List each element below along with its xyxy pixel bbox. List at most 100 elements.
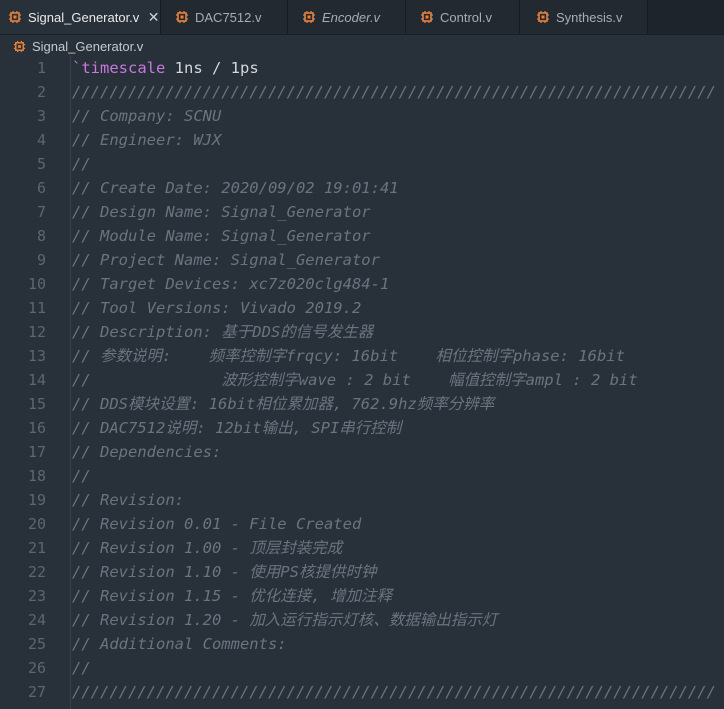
comment-token: ////////////////////////////////////////… [72, 83, 716, 101]
comment-token: ////////////////////////////////////////… [72, 683, 716, 701]
line-number: 24 [27, 611, 46, 629]
code-line[interactable]: 14 // 波形控制字wave : 2 bit 幅值控制字ampl : 2 bit [0, 368, 724, 392]
code-text: // Dependencies: [72, 440, 221, 464]
code-line[interactable]: 3 // Company: SCNU [0, 104, 724, 128]
comment-token: // [72, 659, 91, 677]
code-line[interactable]: 4 // Engineer: WJX [0, 128, 724, 152]
line-number: 22 [27, 563, 46, 581]
code-line[interactable]: 22 // Revision 1.10 - 使用PS核提供时钟 [0, 560, 724, 584]
code-editor[interactable]: 1 `timescale 1ns / 1ps 2//////////////////… [0, 56, 724, 709]
code-line[interactable]: 1 `timescale 1ns / 1ps [0, 56, 724, 80]
line-number: 7 [36, 203, 46, 221]
line-number: 16 [27, 419, 46, 437]
comment-token: // DDS模块设置: 16bit相位累加器, 762.9hz频率分辨率 [72, 395, 495, 413]
code-line[interactable]: 2 ///////////////////////////////////////… [0, 80, 724, 104]
code-line[interactable]: 26 // [0, 656, 724, 680]
code-line[interactable]: 18 // [0, 464, 724, 488]
code-text: // Revision: [72, 488, 184, 512]
code-line[interactable]: 8 // Module Name: Signal_Generator [0, 224, 724, 248]
comment-token: // Revision 1.10 - 使用PS核提供时钟 [72, 563, 377, 581]
comment-token: // Module Name: Signal_Generator [72, 227, 371, 245]
code-line[interactable]: 9 // Project Name: Signal_Generator [0, 248, 724, 272]
line-number: 17 [27, 443, 46, 461]
comment-token: // 波形控制字wave : 2 bit 幅值控制字ampl : 2 bit [72, 371, 638, 389]
code-text: // Revision 1.20 - 加入运行指示灯核、数据输出指示灯 [72, 608, 497, 632]
line-number: 27 [27, 683, 46, 701]
comment-token: // DAC7512说明: 12bit输出, SPI串行控制 [72, 419, 402, 437]
line-number: 11 [27, 299, 46, 317]
comment-token: // Revision 1.00 - 顶层封装完成 [72, 539, 343, 557]
comment-token: // Tool Versions: Vivado 2019.2 [72, 299, 362, 317]
code-line[interactable]: 7 // Design Name: Signal_Generator [0, 200, 724, 224]
line-number: 25 [27, 635, 46, 653]
line-number: 21 [27, 539, 46, 557]
code-text: `timescale 1ns / 1ps [72, 56, 259, 80]
tab-label: Encoder.v [322, 9, 381, 25]
tab-label: Control.v [440, 9, 493, 25]
line-number: 1 [36, 59, 46, 77]
code-line[interactable]: 6 // Create Date: 2020/09/02 19:01:41 [0, 176, 724, 200]
code-line[interactable]: 5 // [0, 152, 724, 176]
comment-token: // Company: SCNU [72, 107, 222, 125]
code-text: // 波形控制字wave : 2 bit 幅值控制字ampl : 2 bit [72, 368, 638, 392]
code-text: // [72, 464, 91, 488]
tab-control[interactable]: Control.v [406, 0, 520, 34]
code-line[interactable]: 21 // Revision 1.00 - 顶层封装完成 [0, 536, 724, 560]
tab-dac7512[interactable]: DAC7512.v [161, 0, 288, 34]
comment-token: // Additional Comments: [72, 635, 287, 653]
code-text: // Revision 0.01 - File Created [72, 512, 361, 536]
tab-label: Synthesis.v [556, 9, 623, 25]
comment-token: // 参数说明: 频率控制字frqcy: 16bit 相位控制字phase: 1… [72, 347, 625, 365]
code-line[interactable]: 15 // DDS模块设置: 16bit相位累加器, 762.9hz频率分辨率 [0, 392, 724, 416]
breadcrumb[interactable]: Signal_Generator.v [0, 35, 724, 57]
comment-token: // Revision 1.15 - 优化连接, 增加注释 [72, 587, 392, 605]
code-text: // Design Name: Signal_Generator [72, 200, 371, 224]
line-number: 10 [27, 275, 46, 293]
code-text: // Create Date: 2020/09/02 19:01:41 [72, 176, 399, 200]
code-text: // Target Devices: xc7z020clg484-1 [72, 272, 389, 296]
chip-icon [303, 11, 315, 23]
code-line[interactable]: 23 // Revision 1.15 - 优化连接, 增加注释 [0, 584, 724, 608]
chip-icon [537, 11, 549, 23]
code-line[interactable]: 11 // Tool Versions: Vivado 2019.2 [0, 296, 724, 320]
chip-icon [421, 11, 433, 23]
comment-token: // Revision 0.01 - File Created [72, 515, 362, 533]
comment-token: // Revision: [72, 491, 184, 509]
line-number: 2 [36, 83, 46, 101]
comment-token: // [72, 467, 91, 485]
comment-token: // Description: 基于DDS的信号发生器 [72, 323, 374, 341]
line-number: 18 [27, 467, 46, 485]
code-text: // Module Name: Signal_Generator [72, 224, 371, 248]
line-number: 8 [36, 227, 46, 245]
chip-icon [176, 11, 188, 23]
code-line[interactable]: 19 // Revision: [0, 488, 724, 512]
code-text: // DDS模块设置: 16bit相位累加器, 762.9hz频率分辨率 [72, 392, 494, 416]
code-line[interactable]: 24 // Revision 1.20 - 加入运行指示灯核、数据输出指示灯 [0, 608, 724, 632]
tab-label: DAC7512.v [195, 9, 262, 25]
comment-token: // Revision 1.20 - 加入运行指示灯核、数据输出指示灯 [72, 611, 498, 629]
code-text: // Company: SCNU [72, 104, 221, 128]
tab-synthesis[interactable]: Synthesis.v [520, 0, 648, 34]
code-line[interactable]: 16 // DAC7512说明: 12bit输出, SPI串行控制 [0, 416, 724, 440]
code-line[interactable]: 13 // 参数说明: 频率控制字frqcy: 16bit 相位控制字phase:… [0, 344, 724, 368]
line-number: 4 [36, 131, 46, 149]
code-text: // [72, 152, 91, 176]
tab-encoder[interactable]: Encoder.v [288, 0, 406, 34]
plain-token: 1ns / 1ps [165, 59, 259, 77]
chip-icon [9, 11, 21, 23]
comment-token: // [72, 155, 91, 173]
line-number: 19 [27, 491, 46, 509]
line-number: 26 [27, 659, 46, 677]
close-icon[interactable]: ✕ [147, 9, 160, 26]
code-line[interactable]: 25 // Additional Comments: [0, 632, 724, 656]
chip-icon [13, 40, 26, 52]
comment-token: // Create Date: 2020/09/02 19:01:41 [72, 179, 399, 197]
line-number: 5 [36, 155, 46, 173]
code-line[interactable]: 20 // Revision 0.01 - File Created [0, 512, 724, 536]
code-line[interactable]: 17 // Dependencies: [0, 440, 724, 464]
code-line[interactable]: 27 //////////////////////////////////////… [0, 680, 724, 704]
code-line[interactable]: 10 // Target Devices: xc7z020clg484-1 [0, 272, 724, 296]
code-line[interactable]: 12 // Description: 基于DDS的信号发生器 [0, 320, 724, 344]
code-text: // Revision 1.10 - 使用PS核提供时钟 [72, 560, 376, 584]
tab-signal-generator[interactable]: Signal_Generator.v ✕ [0, 0, 161, 34]
